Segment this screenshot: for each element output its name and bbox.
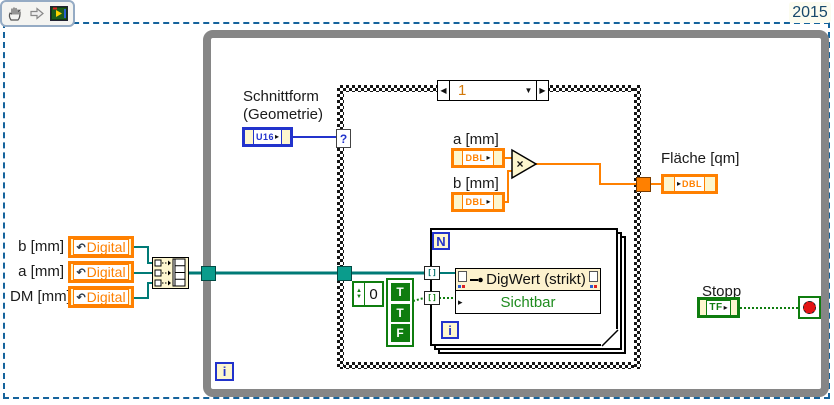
bool-element[interactable]: T	[390, 282, 410, 301]
dbl-a-type-text: DBL	[465, 152, 486, 163]
case-border-right	[634, 85, 641, 369]
dbl-b-label: b [mm]	[453, 175, 499, 192]
stopp-control[interactable]: TF ▸	[697, 297, 740, 318]
bool-element[interactable]: T	[390, 303, 410, 322]
tools-palette	[0, 0, 75, 27]
flaeche-indicator[interactable]: ▸ DBL	[661, 174, 718, 194]
digital-b-control[interactable]: ↶ Digital	[68, 236, 134, 258]
dbl-a-label: a [mm]	[453, 131, 499, 148]
for-loop-iteration-terminal: i	[441, 321, 459, 339]
schnittform-label: Schnittform (Geometrie)	[243, 88, 323, 124]
dbl-a-control[interactable]: DBL ▸	[451, 148, 505, 168]
index-value[interactable]: 0	[365, 283, 382, 305]
output-arrow-icon: ▸	[723, 302, 728, 312]
case-selector: ◀ 1 ▼ ▶	[437, 80, 549, 101]
schnittform-label-line2: (Geometrie)	[243, 106, 324, 123]
output-arrow-icon: ▸	[486, 153, 491, 162]
digital-b-label: b [mm]	[18, 238, 64, 255]
output-arrow-icon: ▸	[275, 132, 280, 141]
build-array-node[interactable]	[152, 257, 189, 289]
buffer-tool-icon[interactable]	[50, 6, 69, 21]
digital-a-label: a [mm]	[18, 263, 64, 280]
case-tunnel-product	[636, 177, 651, 192]
case-border-left	[337, 85, 344, 369]
schnittform-u16-control[interactable]: U16 ▸	[242, 127, 293, 147]
while-tunnel-daqmx	[201, 266, 216, 281]
flaeche-label: Fläche [qm]	[661, 150, 740, 167]
stop-sign-icon	[803, 301, 816, 314]
schnittform-label-line1: Schnittform	[243, 88, 319, 105]
digital-a-control[interactable]: ↶ Digital	[68, 261, 134, 283]
daqmx-arrow-icon: ↶	[76, 291, 86, 304]
daqmx-arrow-icon: ↶	[76, 266, 86, 279]
for-tunnel-bool: []	[424, 291, 440, 305]
input-arrow-icon: ▸	[676, 179, 681, 188]
property-node-property[interactable]: ▸ Sichtbar	[455, 291, 601, 314]
property-node[interactable]: DigWert (strikt) ▸ Sichtbar	[455, 268, 601, 314]
case-dropdown-button[interactable]: ▼	[521, 81, 536, 100]
dbl-b-control[interactable]: DBL ▸	[451, 192, 505, 212]
case-selector-terminal: ?	[336, 129, 351, 148]
case-prev-button[interactable]: ◀	[438, 81, 450, 100]
bool-element[interactable]: F	[390, 324, 410, 343]
case-tunnel-daqmx	[337, 266, 352, 281]
page-icon	[589, 271, 598, 282]
digital-dm-label: DM [mm]	[10, 288, 71, 305]
arrow-tool-icon[interactable]	[29, 6, 46, 21]
u16-type-text: U16	[255, 131, 274, 142]
strict-ref-icon	[470, 277, 483, 282]
error-marks-icon	[458, 285, 466, 288]
dbl-b-type-text: DBL	[465, 196, 486, 207]
digital-a-text: Digital	[86, 264, 126, 280]
tf-type-text: TF	[709, 301, 723, 313]
property-node-header[interactable]: DigWert (strikt)	[455, 268, 601, 291]
flaeche-type-text: DBL	[682, 178, 702, 189]
input-arrow-icon: ▸	[458, 296, 463, 307]
bool-array-index[interactable]: ▲ ▼ 0	[352, 281, 384, 307]
page-icon	[458, 271, 467, 282]
digital-dm-text: Digital	[86, 289, 126, 305]
output-arrow-icon: ▸	[486, 197, 491, 206]
property-node-title: DigWert (strikt)	[486, 271, 586, 288]
digital-b-text: Digital	[86, 239, 126, 255]
multiply-glyph: ×	[516, 157, 524, 171]
index-down-icon[interactable]: ▼	[356, 294, 362, 300]
loop-condition-terminal[interactable]	[798, 296, 821, 319]
case-selector-value[interactable]: 1	[450, 81, 521, 100]
property-name-text: Sichtbar	[500, 293, 556, 311]
case-next-button[interactable]: ▶	[536, 81, 548, 100]
digital-dm-control[interactable]: ↶ Digital	[68, 286, 134, 308]
case-border-bottom	[337, 362, 641, 369]
for-tunnel-daqmx: []	[424, 266, 440, 280]
error-marks-icon	[590, 285, 598, 288]
while-iteration-terminal: i	[215, 362, 234, 381]
build-array-icon	[154, 258, 186, 287]
index-stepper[interactable]: ▲ ▼	[354, 283, 365, 305]
bool-array-constant: T T F	[386, 278, 414, 347]
for-loop-count-terminal: N	[432, 232, 450, 250]
hand-tool-icon[interactable]	[7, 5, 24, 22]
block-diagram: × 2015 b [mm] ↶ Digital a [mm] ↶ Digital D…	[0, 0, 834, 405]
daqmx-arrow-icon: ↶	[76, 241, 86, 254]
year-label: 2015	[789, 2, 831, 23]
